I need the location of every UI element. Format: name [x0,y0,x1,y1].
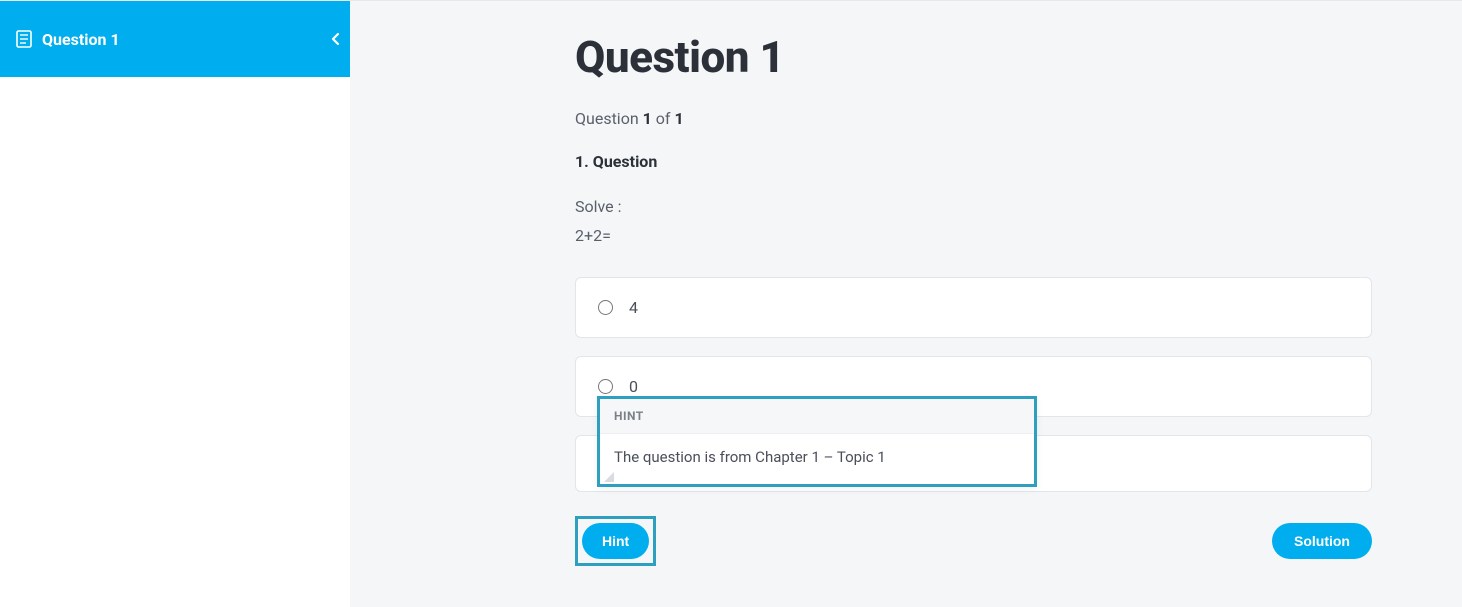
progress-total: 1 [674,109,683,128]
sidebar: Question 1 [0,1,350,607]
hint-button[interactable]: Hint [582,523,649,559]
answer-option-label: 4 [629,298,638,317]
answer-radio[interactable] [598,300,613,315]
sidebar-item-label: Question 1 [42,30,120,49]
progress-prefix: Question [575,109,643,128]
answer-option-label: 0 [629,377,638,396]
hint-popover: HINT The question is from Chapter 1 – To… [597,396,1037,487]
question-title: Question 1 [575,31,1372,83]
solution-button[interactable]: Solution [1272,523,1372,559]
sidebar-item-question-1[interactable]: Question 1 [0,1,350,77]
progress-current: 1 [643,109,652,128]
main-content: Question 1 Question 1 of 1 1. Question S… [350,1,1462,607]
question-number-label: 1. Question [575,152,1372,171]
resize-grip-icon [604,472,614,482]
hint-text: The question is from Chapter 1 – Topic 1 [614,448,886,466]
answer-radio[interactable] [598,379,613,394]
answer-option[interactable]: 4 [575,277,1372,338]
prompt-line: Solve : [575,193,1372,222]
progress-mid: of [652,109,675,128]
chevron-left-icon [330,31,342,47]
document-icon [16,30,32,48]
hint-popover-body: The question is from Chapter 1 – Topic 1 [600,434,1034,484]
button-row: Hint Solution [575,516,1372,566]
hint-popover-header: HINT [600,399,1034,434]
question-prompt: Solve : 2+2= [575,193,1372,251]
prompt-line: 2+2= [575,222,1372,251]
hint-button-highlight: Hint [575,516,656,566]
question-progress: Question 1 of 1 [575,109,1372,128]
